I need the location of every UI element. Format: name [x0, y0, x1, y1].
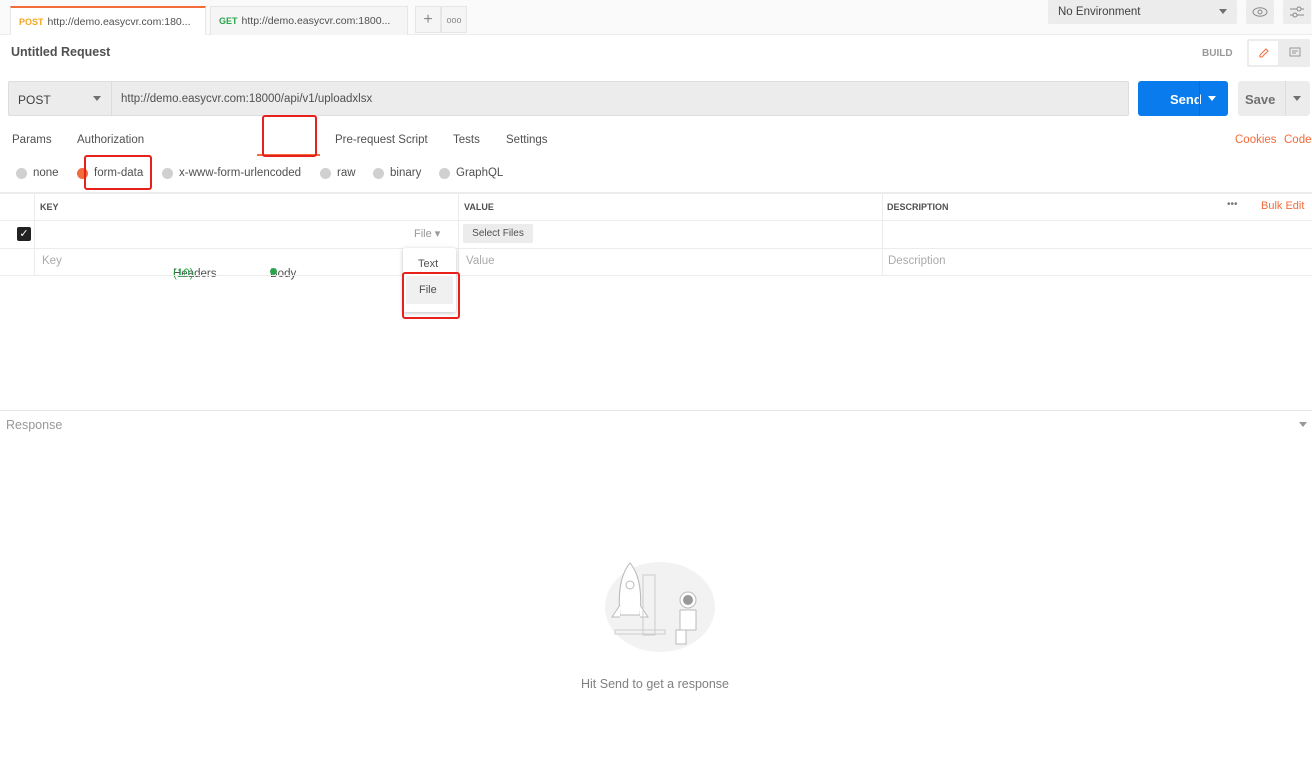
more-tabs-icon[interactable]: ooo: [441, 6, 467, 33]
send-label: Send: [1170, 92, 1202, 107]
table-header: [0, 192, 1312, 220]
radio-icon: [162, 167, 173, 179]
highlight-file-option: [402, 272, 460, 319]
radio-raw[interactable]: raw: [320, 167, 356, 179]
chevron-down-icon: [1219, 9, 1227, 14]
comment-icon[interactable]: [1281, 41, 1308, 65]
tab-pre-request-script[interactable]: Pre-request Script: [335, 134, 428, 146]
request-title: Untitled Request: [11, 45, 111, 59]
code-link[interactable]: Code: [1284, 134, 1312, 146]
more-options-icon[interactable]: •••: [1227, 199, 1238, 210]
save-dropdown-icon[interactable]: [1293, 96, 1301, 101]
tab-authorization[interactable]: Authorization: [77, 134, 144, 146]
table-row: [0, 220, 1312, 248]
url-bar: POST http://demo.easycvr.com:18000/api/v…: [8, 81, 1129, 116]
radio-icon: [373, 167, 384, 179]
column-value: VALUE: [464, 202, 494, 212]
radio-none[interactable]: none: [16, 167, 59, 179]
new-tab-plus-icon[interactable]: +: [415, 6, 441, 33]
eye-icon[interactable]: [1246, 0, 1274, 24]
mode-toggle: [1247, 39, 1310, 67]
url-input[interactable]: http://demo.easycvr.com:18000/api/v1/upl…: [121, 93, 372, 105]
column-key: KEY: [40, 202, 59, 212]
rocket-illustration-icon: [605, 562, 715, 652]
send-dropdown-icon[interactable]: [1208, 96, 1216, 101]
chevron-down-icon: [93, 96, 101, 101]
settings-sliders-icon[interactable]: [1283, 0, 1311, 24]
environment-label: No Environment: [1058, 6, 1141, 18]
response-label: Response: [6, 418, 63, 432]
value-input[interactable]: Value: [466, 255, 495, 267]
pencil-icon[interactable]: [1249, 41, 1278, 65]
key-input[interactable]: Key: [42, 255, 62, 267]
type-label: File: [414, 228, 432, 240]
send-button[interactable]: Send: [1138, 81, 1228, 116]
cookies-link[interactable]: Cookies: [1235, 134, 1277, 146]
highlight-body-tab: [262, 115, 317, 157]
column-description: DESCRIPTION: [887, 202, 949, 212]
type-select[interactable]: File ▾: [414, 227, 440, 240]
chevron-down-icon[interactable]: [1299, 422, 1307, 427]
highlight-form-data: [84, 155, 152, 190]
request-tab-get[interactable]: GET http://demo.easycvr.com:1800...: [210, 6, 408, 35]
radio-label: binary: [390, 167, 422, 179]
table-row-new: [0, 248, 1312, 276]
empty-response-message: Hit Send to get a response: [581, 677, 730, 691]
radio-label: x-www-form-urlencoded: [179, 167, 302, 179]
radio-graphql[interactable]: GraphQL: [439, 167, 503, 179]
bulk-edit-link[interactable]: Bulk Edit: [1261, 200, 1304, 212]
radio-icon: [16, 167, 27, 179]
tab-tests[interactable]: Tests: [453, 134, 480, 146]
select-files-button[interactable]: Select Files: [463, 224, 533, 243]
row-checkbox[interactable]: ✓: [17, 227, 31, 241]
save-button[interactable]: Save: [1238, 81, 1310, 116]
request-tab-post[interactable]: POST http://demo.easycvr.com:180...: [10, 6, 206, 35]
radio-label: GraphQL: [456, 167, 504, 179]
tab-url: http://demo.easycvr.com:1800...: [241, 15, 391, 27]
tab-url: http://demo.easycvr.com:180...: [47, 15, 191, 28]
radio-label: none: [33, 167, 59, 179]
radio-icon: [439, 167, 450, 179]
save-label: Save: [1245, 92, 1276, 107]
radio-icon: [320, 167, 331, 179]
menu-item-text[interactable]: Text: [418, 258, 438, 270]
method-select[interactable]: POST: [9, 82, 112, 115]
tab-settings[interactable]: Settings: [506, 134, 548, 146]
environment-select[interactable]: No Environment: [1048, 0, 1237, 24]
tab-params[interactable]: Params: [12, 134, 52, 146]
build-label: BUILD: [1202, 48, 1233, 59]
tab-method: POST: [19, 16, 44, 27]
response-pane: [0, 410, 1312, 411]
radio-binary[interactable]: binary: [373, 167, 421, 179]
description-input[interactable]: Description: [888, 255, 946, 267]
radio-label: raw: [337, 167, 356, 179]
tab-method: GET: [219, 16, 238, 26]
method-label: POST: [18, 93, 51, 107]
radio-x-www-form-urlencoded[interactable]: x-www-form-urlencoded: [162, 167, 301, 179]
